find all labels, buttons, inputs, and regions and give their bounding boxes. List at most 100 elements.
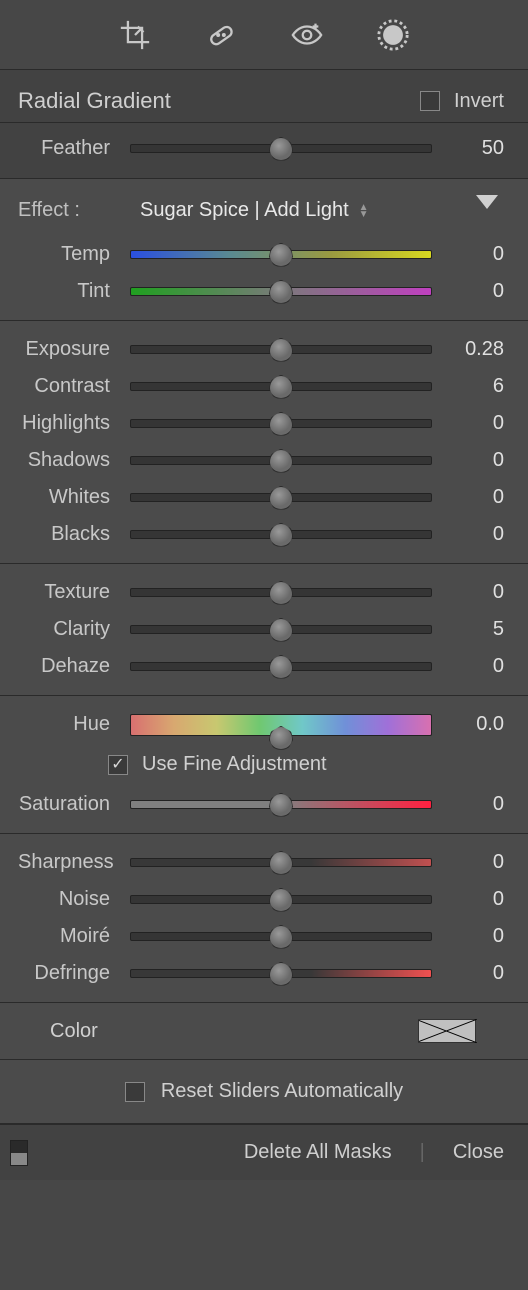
- detail-slider[interactable]: [118, 969, 444, 978]
- presence-label: Texture: [18, 581, 118, 604]
- hue-value[interactable]: 0.0: [444, 713, 504, 736]
- effect-row[interactable]: Effect : Sugar Spice | Add Light ▲▼: [0, 195, 528, 236]
- section-color: Color: [0, 1003, 528, 1060]
- tone-row-whites: Whites 0: [0, 479, 528, 516]
- presence-slider[interactable]: [118, 588, 444, 597]
- hue-label: Hue: [18, 713, 118, 736]
- tone-slider[interactable]: [118, 456, 444, 465]
- saturation-slider[interactable]: [118, 800, 444, 809]
- tone-slider[interactable]: [118, 530, 444, 539]
- section-tone: Exposure 0.28 Contrast 6 Highlights 0 Shadows 0…: [0, 321, 528, 564]
- hue-row: Hue 0.0: [0, 706, 528, 743]
- reset-row[interactable]: Reset Sliders Automatically: [0, 1060, 528, 1123]
- reset-checkbox[interactable]: [125, 1082, 145, 1102]
- section-presence: Texture 0 Clarity 5 Dehaze 0: [0, 564, 528, 696]
- tone-slider[interactable]: [118, 419, 444, 428]
- presence-row-dehaze: Dehaze 0: [0, 648, 528, 685]
- invert-checkbox[interactable]: [420, 91, 440, 111]
- tone-value[interactable]: 0: [444, 486, 504, 509]
- tone-row-exposure: Exposure 0.28: [0, 331, 528, 368]
- tone-value[interactable]: 0: [444, 523, 504, 546]
- tone-slider[interactable]: [118, 382, 444, 391]
- heal-icon[interactable]: [203, 17, 239, 53]
- color-label: Color: [50, 1020, 98, 1043]
- feather-slider[interactable]: [118, 144, 444, 153]
- tone-label: Contrast: [18, 375, 118, 398]
- section-reset: Reset Sliders Automatically: [0, 1060, 528, 1124]
- detail-row-defringe: Defringe 0: [0, 955, 528, 992]
- mask-header: Radial Gradient Invert: [0, 70, 528, 123]
- detail-label: Moiré: [18, 925, 118, 948]
- wb-label: Temp: [18, 243, 118, 266]
- tone-label: Exposure: [18, 338, 118, 361]
- fine-adjust-label: Use Fine Adjustment: [142, 753, 327, 776]
- presence-value[interactable]: 0: [444, 581, 504, 604]
- wb-row-tint: Tint 0: [0, 273, 528, 310]
- wb-value[interactable]: 0: [444, 243, 504, 266]
- feather-row: Feather 50: [0, 123, 528, 179]
- detail-value[interactable]: 0: [444, 851, 504, 874]
- footer: Delete All Masks | Close: [0, 1124, 528, 1180]
- color-row: Color: [0, 1003, 528, 1059]
- tone-label: Whites: [18, 486, 118, 509]
- tone-value[interactable]: 0: [444, 412, 504, 435]
- detail-value[interactable]: 0: [444, 925, 504, 948]
- detail-row-moiré: Moiré 0: [0, 918, 528, 955]
- presence-row-texture: Texture 0: [0, 574, 528, 611]
- wb-slider[interactable]: [118, 250, 444, 259]
- saturation-row: Saturation 0: [0, 786, 528, 823]
- hue-slider[interactable]: [118, 714, 444, 736]
- wb-row-temp: Temp 0: [0, 236, 528, 273]
- wb-slider[interactable]: [118, 287, 444, 296]
- presence-value[interactable]: 0: [444, 655, 504, 678]
- detail-label: Sharpness: [18, 851, 118, 874]
- wb-label: Tint: [18, 280, 118, 303]
- detail-value[interactable]: 0: [444, 888, 504, 911]
- separator: |: [420, 1141, 425, 1164]
- presence-label: Clarity: [18, 618, 118, 641]
- detail-label: Defringe: [18, 962, 118, 985]
- tone-label: Shadows: [18, 449, 118, 472]
- effect-preset-dropdown[interactable]: Sugar Spice | Add Light ▲▼: [140, 199, 369, 222]
- tone-value[interactable]: 0: [444, 449, 504, 472]
- tone-value[interactable]: 6: [444, 375, 504, 398]
- invert-label: Invert: [454, 90, 504, 113]
- crop-icon[interactable]: [117, 17, 153, 53]
- tone-value[interactable]: 0.28: [444, 338, 504, 361]
- invert-group[interactable]: Invert: [420, 90, 504, 113]
- feather-value[interactable]: 50: [444, 137, 504, 160]
- tone-label: Highlights: [18, 412, 118, 435]
- fine-adjust-row[interactable]: Use Fine Adjustment: [0, 743, 528, 786]
- section-effect-wb: Effect : Sugar Spice | Add Light ▲▼ Temp…: [0, 179, 528, 321]
- presence-label: Dehaze: [18, 655, 118, 678]
- feather-label: Feather: [18, 137, 118, 160]
- mask-icon[interactable]: [375, 17, 411, 53]
- tone-slider[interactable]: [118, 345, 444, 354]
- tone-slider[interactable]: [118, 493, 444, 502]
- delete-all-masks-button[interactable]: Delete All Masks: [244, 1141, 392, 1164]
- detail-slider[interactable]: [118, 858, 444, 867]
- detail-slider[interactable]: [118, 932, 444, 941]
- presence-row-clarity: Clarity 5: [0, 611, 528, 648]
- fine-adjust-checkbox[interactable]: [108, 755, 128, 775]
- tone-row-blacks: Blacks 0: [0, 516, 528, 553]
- detail-slider[interactable]: [118, 895, 444, 904]
- tone-label: Blacks: [18, 523, 118, 546]
- effect-label: Effect :: [18, 199, 118, 222]
- reset-label: Reset Sliders Automatically: [161, 1080, 403, 1103]
- detail-value[interactable]: 0: [444, 962, 504, 985]
- tone-row-highlights: Highlights 0: [0, 405, 528, 442]
- panel-title: Radial Gradient: [18, 88, 171, 114]
- wb-value[interactable]: 0: [444, 280, 504, 303]
- redeye-icon[interactable]: [289, 17, 325, 53]
- presence-value[interactable]: 5: [444, 618, 504, 641]
- panel-toggle[interactable]: [10, 1140, 28, 1166]
- updown-icon: ▲▼: [359, 204, 369, 218]
- color-swatch[interactable]: [418, 1019, 476, 1043]
- presence-slider[interactable]: [118, 662, 444, 671]
- collapse-icon[interactable]: [476, 195, 498, 209]
- saturation-value[interactable]: 0: [444, 793, 504, 816]
- presence-slider[interactable]: [118, 625, 444, 634]
- close-button[interactable]: Close: [453, 1141, 504, 1164]
- detail-row-noise: Noise0: [0, 881, 528, 918]
